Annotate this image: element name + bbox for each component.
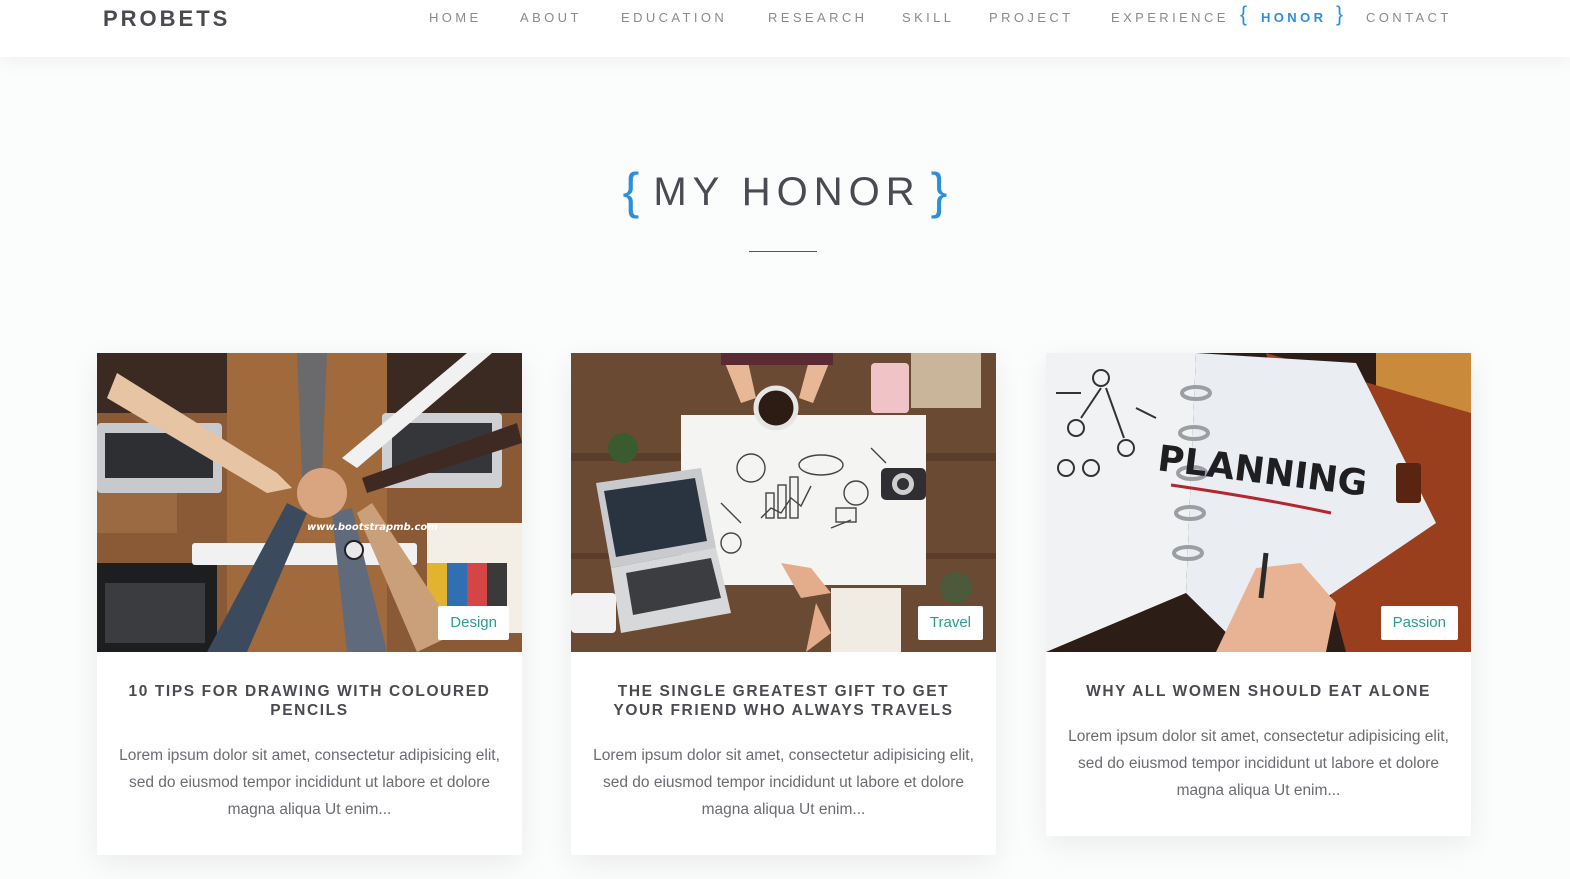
card-excerpt: Lorem ipsum dolor sit amet, consectetur … (593, 747, 974, 818)
honor-card[interactable]: PLANNING Passion WHY ALL WOMEN SHOULD EA… (1046, 353, 1471, 836)
nav-research[interactable]: RESEARCH (768, 10, 867, 25)
nav-contact[interactable]: CONTACT (1366, 10, 1452, 25)
heading-brace-left: { (622, 163, 640, 219)
card-image-planning[interactable]: PLANNING Passion (1046, 353, 1471, 652)
section-title: MY HONOR (653, 170, 921, 214)
category-tag[interactable]: Design (438, 606, 509, 640)
watermark-text: www.bootstrapmb.com (307, 522, 438, 533)
section-heading: { MY HONOR} (0, 162, 1570, 220)
nav-education[interactable]: EDUCATION (621, 10, 727, 25)
card-image-team[interactable]: www.bootstrapmb.com Design (97, 353, 522, 652)
heading-divider (749, 251, 817, 252)
card-excerpt: Lorem ipsum dolor sit amet, consectetur … (119, 747, 500, 818)
card-excerpt: Lorem ipsum dolor sit amet, consectetur … (1068, 728, 1449, 799)
category-tag[interactable]: Travel (917, 606, 983, 640)
honor-card[interactable]: Travel THE SINGLE GREATEST GIFT TO GET Y… (571, 353, 996, 855)
heading-brace-right: } (930, 163, 948, 219)
nav-active-brace-right: } (1336, 3, 1344, 26)
nav-project[interactable]: PROJECT (989, 10, 1073, 25)
category-tag[interactable]: Passion (1380, 606, 1458, 640)
card-title[interactable]: WHY ALL WOMEN SHOULD EAT ALONE (1076, 682, 1441, 701)
top-navbar: PROBETS HOME ABOUT EDUCATION RESEARCH SK… (0, 0, 1570, 57)
nav-active-brace-left: { (1240, 3, 1248, 26)
card-title[interactable]: THE SINGLE GREATEST GIFT TO GET YOUR FRI… (601, 682, 966, 720)
nav-skill[interactable]: SKILL (902, 10, 954, 25)
nav-about[interactable]: ABOUT (520, 10, 582, 25)
nav-home[interactable]: HOME (429, 10, 482, 25)
main-nav: HOME ABOUT EDUCATION RESEARCH SKILL PROJ… (0, 3, 1570, 30)
honor-card[interactable]: www.bootstrapmb.com Design 10 TIPS FOR D… (97, 353, 522, 855)
nav-honor[interactable]: HONOR (1261, 10, 1326, 25)
nav-experience[interactable]: EXPERIENCE (1111, 10, 1229, 25)
card-title[interactable]: 10 TIPS FOR DRAWING WITH COLOURED PENCIL… (127, 682, 492, 720)
card-image-business[interactable]: Travel (571, 353, 996, 652)
